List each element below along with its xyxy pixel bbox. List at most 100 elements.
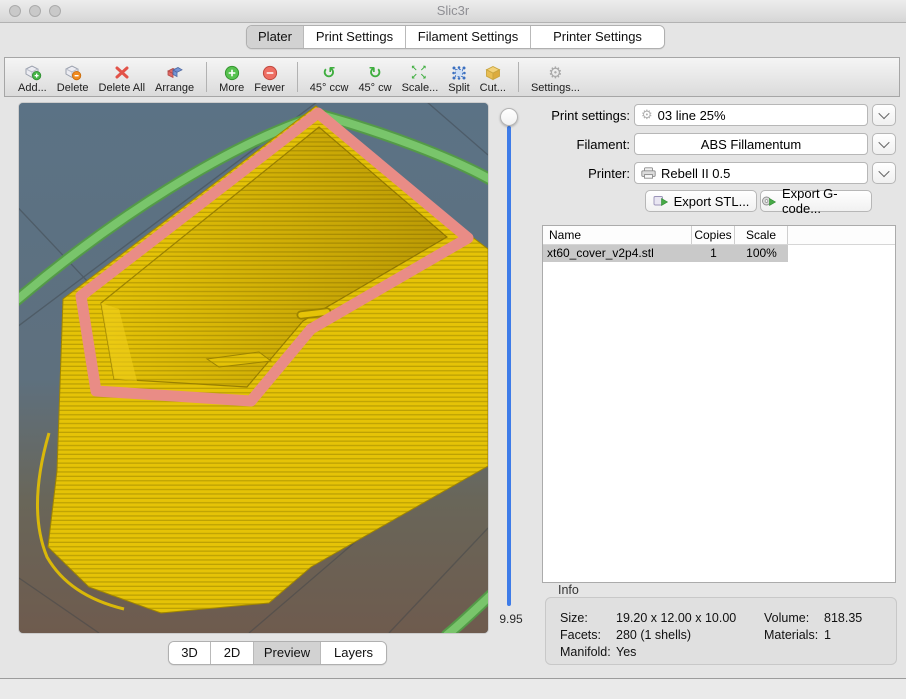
status-bar: [0, 679, 906, 699]
layer-slider-value: 9.95: [490, 612, 532, 626]
slic3r-window: Slic3r Plater Print Settings Filament Se…: [0, 0, 906, 699]
arrange-button[interactable]: Arrange: [150, 59, 199, 95]
delete-button[interactable]: Delete: [52, 59, 94, 95]
more-copies-icon: [224, 63, 240, 82]
arrange-button-label: Arrange: [155, 82, 194, 95]
split-icon: [451, 63, 467, 82]
rotate-ccw-button[interactable]: ↺ 45° ccw: [305, 59, 354, 95]
more-button-label: More: [219, 82, 244, 95]
info-panel: Size: 19.20 x 12.00 x 10.00 Volume: 818.…: [545, 597, 897, 665]
split-button-label: Split: [448, 82, 469, 95]
printer-combo[interactable]: Rebell II 0.5: [634, 162, 868, 184]
export-gcode-button[interactable]: Export G-code...: [760, 190, 872, 212]
tab-plater[interactable]: Plater: [247, 26, 304, 48]
cut-icon: [484, 63, 502, 82]
split-button[interactable]: Split: [443, 59, 474, 95]
scale-button[interactable]: ↖↗↙↘ Scale...: [397, 59, 444, 95]
toolbar-separator: [297, 62, 298, 92]
rotate-ccw-icon: ↺: [322, 63, 335, 82]
arrange-icon: [165, 63, 184, 82]
object-scale-cell: 100%: [735, 245, 788, 262]
print-settings-combo[interactable]: ⚙ 03 line 25%: [634, 104, 868, 126]
tab-2d[interactable]: 2D: [211, 642, 254, 664]
object-settings-button-label: Settings...: [531, 82, 580, 95]
tab-print-settings[interactable]: Print Settings: [304, 26, 406, 48]
size-label: Size:: [560, 611, 588, 625]
print-settings-value: 03 line 25%: [658, 108, 726, 123]
delete-button-label: Delete: [57, 82, 89, 95]
export-stl-label: Export STL...: [674, 194, 750, 209]
delete-all-button[interactable]: Delete All: [94, 59, 150, 95]
filament-label: Filament:: [545, 137, 630, 152]
object-table-header: Name Copies Scale: [543, 226, 895, 245]
object-list-table[interactable]: Name Copies Scale xt60_cover_v2p4.stl 1 …: [542, 225, 896, 583]
rotate-cw-button[interactable]: ↻ 45° cw: [353, 59, 396, 95]
chevron-down-icon: [878, 166, 889, 177]
chevron-down-icon: [878, 137, 889, 148]
materials-value: 1: [824, 628, 831, 642]
toolbar-separator: [206, 62, 207, 92]
add-object-icon: [23, 63, 42, 82]
rotate-cw-icon: ↻: [368, 63, 381, 82]
main-tab-bar: Plater Print Settings Filament Settings …: [246, 25, 665, 49]
delete-object-icon: [63, 63, 82, 82]
filament-value: ABS Fillamentum: [701, 137, 801, 152]
view-tab-bar: 3D 2D Preview Layers: [168, 641, 387, 665]
info-panel-title: Info: [558, 583, 579, 597]
tab-printer-settings[interactable]: Printer Settings: [531, 26, 664, 48]
cut-button[interactable]: Cut...: [475, 59, 511, 95]
object-settings-icon: ⚙: [548, 63, 562, 82]
object-settings-button[interactable]: ⚙ Settings...: [526, 59, 585, 95]
facets-label: Facets:: [560, 628, 601, 642]
more-button[interactable]: More: [214, 59, 249, 95]
export-stl-icon: [653, 194, 669, 208]
tab-3d[interactable]: 3D: [169, 642, 211, 664]
tab-preview[interactable]: Preview: [254, 642, 321, 664]
table-row[interactable]: xt60_cover_v2p4.stl 1 100%: [543, 245, 788, 262]
column-header-copies[interactable]: Copies: [692, 226, 735, 244]
printer-icon: [641, 167, 656, 179]
preview-3d-render: [19, 103, 488, 633]
size-value: 19.20 x 12.00 x 10.00: [616, 611, 736, 625]
volume-value: 818.35: [824, 611, 862, 625]
print-settings-dropdown-button[interactable]: [872, 104, 896, 126]
print-settings-gear-icon: ⚙: [641, 109, 653, 122]
chevron-down-icon: [878, 108, 889, 119]
export-gcode-label: Export G-code...: [782, 186, 871, 216]
manifold-value: Yes: [616, 645, 636, 659]
delete-all-icon: [114, 63, 130, 82]
export-stl-button[interactable]: Export STL...: [645, 190, 757, 212]
tab-filament-settings[interactable]: Filament Settings: [406, 26, 531, 48]
rotate-ccw-button-label: 45° ccw: [310, 82, 349, 95]
add-button[interactable]: Add...: [13, 59, 52, 95]
manifold-label: Manifold:: [560, 645, 611, 659]
column-header-name[interactable]: Name: [543, 226, 692, 244]
layer-slider-handle[interactable]: [500, 108, 518, 126]
rotate-cw-button-label: 45° cw: [358, 82, 391, 95]
print-settings-label: Print settings:: [545, 108, 630, 123]
scale-icon: ↖↗↙↘: [411, 63, 429, 82]
printer-label: Printer:: [545, 166, 630, 181]
column-header-scale[interactable]: Scale: [735, 226, 788, 244]
window-title: Slic3r: [0, 3, 906, 18]
export-gcode-icon: [761, 194, 777, 208]
tab-layers[interactable]: Layers: [321, 642, 386, 664]
object-name-cell: xt60_cover_v2p4.stl: [543, 245, 692, 262]
object-copies-cell: 1: [692, 245, 735, 262]
printer-dropdown-button[interactable]: [872, 162, 896, 184]
filament-dropdown-button[interactable]: [872, 133, 896, 155]
layer-slider-track[interactable]: [507, 126, 511, 606]
scale-button-label: Scale...: [402, 82, 439, 95]
fewer-button-label: Fewer: [254, 82, 285, 95]
plater-toolbar: Add... Delete Delete All Arrange More: [4, 57, 900, 97]
volume-label: Volume:: [764, 611, 809, 625]
add-button-label: Add...: [18, 82, 47, 95]
title-bar: Slic3r: [0, 0, 906, 23]
preview-3d-viewport[interactable]: [18, 102, 489, 634]
facets-value: 280 (1 shells): [616, 628, 691, 642]
materials-label: Materials:: [764, 628, 818, 642]
cut-button-label: Cut...: [480, 82, 506, 95]
printer-value: Rebell II 0.5: [661, 166, 730, 181]
fewer-button[interactable]: Fewer: [249, 59, 290, 95]
filament-combo[interactable]: ABS Fillamentum: [634, 133, 868, 155]
